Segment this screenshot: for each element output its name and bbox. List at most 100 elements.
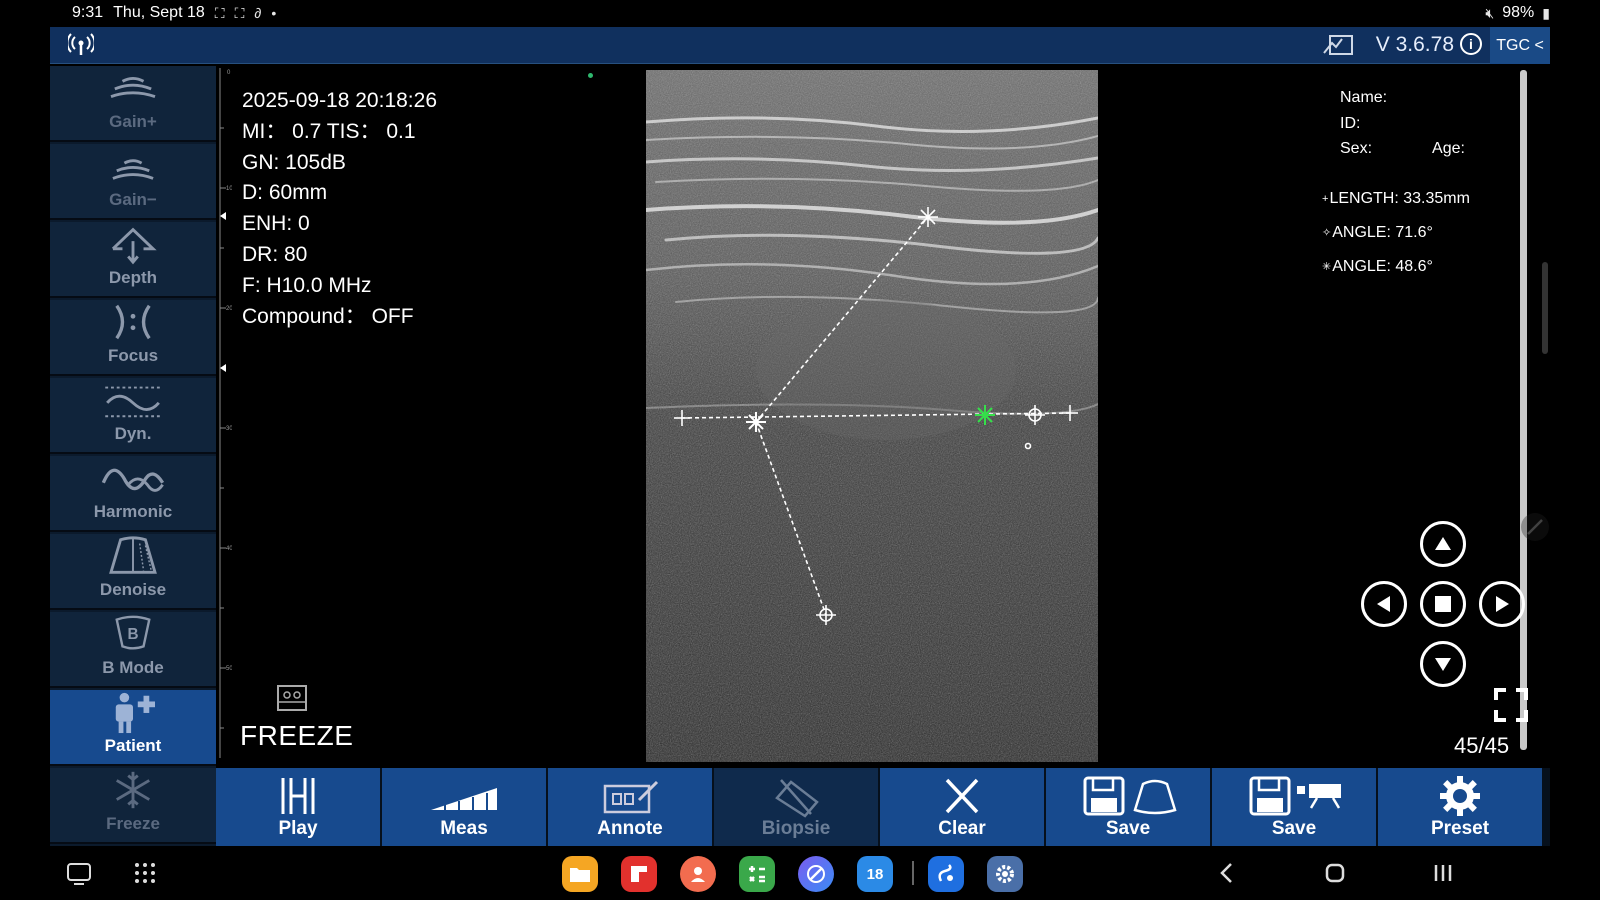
move-left-button[interactable]	[1361, 581, 1407, 627]
pen-icon[interactable]	[1520, 512, 1550, 542]
android-navigation-bar: 18	[0, 846, 1600, 900]
measurement-angle-1: ✧ANGLE: 71.6°	[1322, 224, 1433, 241]
probe-orientation-dot	[588, 73, 593, 78]
measure-button[interactable]: Meas	[382, 768, 546, 846]
calendar-app-icon[interactable]: 18	[857, 856, 893, 892]
cine-scrollbar[interactable]	[1520, 70, 1527, 750]
stop-button[interactable]	[1420, 581, 1466, 627]
preset-label: Preset	[1430, 818, 1490, 839]
save-video-icon	[1249, 776, 1341, 816]
compound-value: Compound： OFF	[242, 304, 414, 328]
focus-button[interactable]: Focus	[50, 300, 216, 376]
dynamic-range-value: DR: 80	[242, 242, 308, 266]
gain-minus-button[interactable]: Gain−	[50, 144, 216, 220]
bottom-toolbar: Play Meas Annote Biopsie Clear Save Save…	[216, 768, 1550, 846]
svg-text:B: B	[127, 626, 138, 643]
active-measure-cursor[interactable]	[975, 405, 995, 425]
depth-value: D: 60mm	[242, 181, 328, 205]
b-mode-button[interactable]: B B Mode	[50, 612, 216, 688]
ruler-label-20: 20	[226, 306, 232, 312]
status-date: Thu, Sept 18	[113, 4, 205, 21]
tgc-button[interactable]: TGC <	[1490, 27, 1550, 64]
browser-app-icon[interactable]	[798, 856, 834, 892]
b-mode-label: B Mode	[102, 658, 164, 677]
recent-apps-panel-icon[interactable]	[64, 858, 94, 888]
b-mode-icon: B	[115, 615, 151, 650]
battery-level: 98%	[1502, 4, 1535, 21]
move-up-button[interactable]	[1420, 521, 1466, 567]
depth-button[interactable]: Depth	[50, 222, 216, 298]
depth-label: Depth	[108, 268, 158, 287]
fullscreen-icon[interactable]	[1494, 688, 1528, 722]
edge-panel-handle[interactable]	[1542, 262, 1548, 354]
measure-label: Meas	[440, 818, 488, 839]
measurement-angle-2: ✳ANGLE: 48.6°	[1322, 258, 1433, 275]
denoise-label: Denoise	[99, 580, 167, 599]
software-version: V 3.6.78	[1375, 33, 1454, 56]
denoise-button[interactable]: Denoise	[50, 534, 216, 610]
link-icon: ∂	[254, 5, 262, 21]
dynamic-range-label: Dyn.	[114, 424, 152, 443]
clear-label: Clear	[938, 818, 986, 839]
focus-icon	[115, 304, 151, 340]
play-button[interactable]: Play	[216, 768, 380, 846]
save-image-button[interactable]: Save	[1046, 768, 1210, 846]
save-image-icon	[1083, 776, 1177, 816]
home-icon[interactable]	[1320, 858, 1350, 888]
move-right-button[interactable]	[1479, 581, 1525, 627]
preset-button[interactable]: Preset	[1378, 768, 1542, 846]
harmonic-button[interactable]: Harmonic	[50, 456, 216, 532]
contacts-app-icon[interactable]	[680, 856, 716, 892]
frequency-value: F: H10.0 MHz	[242, 273, 372, 297]
flipboard-app-icon[interactable]	[621, 856, 657, 892]
length-marker-icon: +	[1322, 193, 1329, 205]
ultrasound-app-icon[interactable]	[928, 856, 964, 892]
freeze-label: Freeze	[106, 814, 160, 833]
snowflake-icon	[116, 771, 150, 809]
files-app-icon[interactable]	[562, 856, 598, 892]
freeze-button[interactable]: Freeze	[50, 768, 216, 844]
left-sidebar: Gain+ Gain− Depth Focus Dyn. Harmonic De…	[50, 66, 216, 846]
depth-icon	[111, 227, 157, 265]
focus-marker-1	[220, 212, 226, 220]
patient-info-panel: Name: ID: Sex: Age:	[1340, 85, 1465, 162]
patient-icon	[115, 692, 155, 734]
info-icon[interactable]: i	[1460, 33, 1482, 55]
ultrasound-image[interactable]	[646, 70, 1098, 762]
battery-icon: ▮	[1542, 4, 1550, 21]
gear-icon	[1440, 776, 1480, 816]
android-status-bar: 9:31 Thu, Sept 18 ⛶ ⛶ ∂ • 🔇︎ 98% ▮	[0, 0, 1600, 27]
back-icon[interactable]	[1212, 858, 1242, 888]
app-drawer-icon[interactable]	[130, 858, 160, 888]
app-header: V 3.6.78 i TGC <	[50, 27, 1550, 64]
biopsy-button[interactable]: Biopsie	[714, 768, 878, 846]
calculator-app-icon[interactable]	[739, 856, 775, 892]
angle-top-marker[interactable]	[918, 207, 938, 227]
gain-plus-icon	[110, 77, 156, 98]
annotate-button[interactable]: Annote	[548, 768, 712, 846]
recents-icon[interactable]	[1428, 858, 1458, 888]
angle-vertex-marker[interactable]	[746, 412, 766, 432]
harmonic-label: Harmonic	[93, 502, 173, 521]
ruler-measure-icon	[431, 788, 497, 810]
patient-button[interactable]: Patient	[50, 690, 216, 766]
calendar-day: 18	[866, 865, 884, 883]
cine-frame-count: 45/45	[1454, 733, 1510, 758]
settings-app-icon[interactable]	[987, 856, 1023, 892]
screenshot-icon: ⛶	[214, 4, 225, 21]
play-label: Play	[278, 818, 318, 839]
dynamic-range-button[interactable]: Dyn.	[50, 378, 216, 454]
screenrecord-icon: ⛶	[234, 4, 245, 21]
harmonic-icon	[101, 468, 165, 492]
clear-button[interactable]: Clear	[880, 768, 1044, 846]
gain-plus-label: Gain+	[109, 112, 157, 131]
angle-marker-icon: ✧	[1322, 227, 1332, 239]
ruler-label-30: 30	[226, 426, 232, 432]
gain-value: GN: 105dB	[242, 150, 346, 174]
wireless-probe-icon[interactable]	[68, 33, 94, 57]
ruler-label-10: 10	[226, 186, 232, 192]
arrow-left-icon	[1377, 596, 1390, 612]
move-down-button[interactable]	[1420, 641, 1466, 687]
save-video-button[interactable]: Save	[1212, 768, 1376, 846]
gain-plus-button[interactable]: Gain+	[50, 66, 216, 142]
